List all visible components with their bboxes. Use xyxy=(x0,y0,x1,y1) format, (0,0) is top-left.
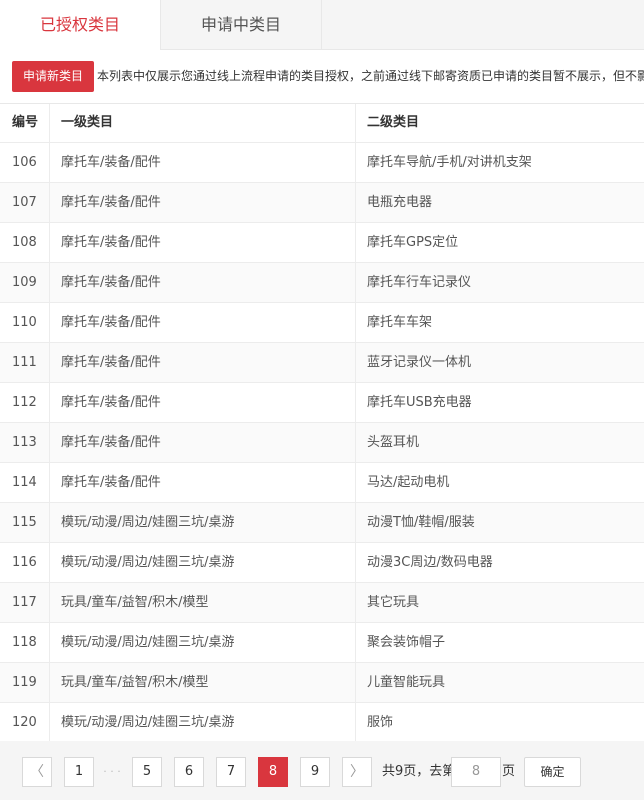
goto-page-input[interactable]: 8 xyxy=(451,757,501,787)
total-pages-text: 共9页，去第 xyxy=(382,764,456,779)
table-row: 112 摩托车/装备/配件 摩托车USB充电器 xyxy=(0,383,644,423)
page-button-1[interactable]: 1 xyxy=(64,757,94,787)
table-row: 107 摩托车/装备/配件 电瓶充电器 xyxy=(0,183,644,223)
header-level1: 一级类目 xyxy=(51,104,356,142)
page-suffix-text: 页 xyxy=(502,764,516,779)
cell-level2: 摩托车行车记录仪 xyxy=(367,275,472,290)
table-body: 106 摩托车/装备/配件 摩托车导航/手机/对讲机支架 107 摩托车/装备/配件 电瓶… xyxy=(0,143,644,743)
cell-id: 118 xyxy=(0,623,50,662)
cell-id: 120 xyxy=(0,703,50,742)
cell-id: 108 xyxy=(0,223,50,262)
table-row: 106 摩托车/装备/配件 摩托车导航/手机/对讲机支架 xyxy=(0,143,644,183)
cell-level1: 摩托车/装备/配件 xyxy=(51,223,356,262)
table-header-row: 编号 一级类目 二级类目 xyxy=(0,104,644,143)
cell-level1: 摩托车/装备/配件 xyxy=(51,423,356,462)
table-row: 116 模玩/动漫/周边/娃圈三坑/桌游 动漫3C周边/数码电器 xyxy=(0,543,644,583)
cell-level2: 摩托车GPS定位 xyxy=(367,235,459,250)
cell-level2: 蓝牙记录仪一体机 xyxy=(367,355,472,370)
table-row: 115 模玩/动漫/周边/娃圈三坑/桌游 动漫T恤/鞋帽/服装 xyxy=(0,503,644,543)
table-row: 117 玩具/童车/益智/积木/模型 其它玩具 xyxy=(0,583,644,623)
table-row: 108 摩托车/装备/配件 摩托车GPS定位 xyxy=(0,223,644,263)
cell-id: 116 xyxy=(0,543,50,582)
category-tabs: 已授权类目 申请中类目 xyxy=(0,0,644,50)
cell-level1: 模玩/动漫/周边/娃圈三坑/桌游 xyxy=(51,503,356,542)
cell-id: 117 xyxy=(0,583,50,622)
header-level2: 二级类目 xyxy=(367,115,420,130)
tab-authorized[interactable]: 已授权类目 xyxy=(0,0,161,50)
cell-level2: 儿童智能玩具 xyxy=(367,675,446,690)
cell-level2: 其它玩具 xyxy=(367,595,420,610)
cell-level2: 动漫3C周边/数码电器 xyxy=(367,555,493,570)
cell-id: 115 xyxy=(0,503,50,542)
cell-id: 110 xyxy=(0,303,50,342)
cell-level2: 摩托车USB充电器 xyxy=(367,395,472,410)
cell-id: 106 xyxy=(0,143,50,182)
page-button-7[interactable]: 7 xyxy=(216,757,246,787)
cell-level2: 摩托车导航/手机/对讲机支架 xyxy=(367,155,532,170)
cell-level1: 玩具/童车/益智/积木/模型 xyxy=(51,663,356,702)
table-row: 119 玩具/童车/益智/积木/模型 儿童智能玩具 xyxy=(0,663,644,703)
pagination: 〈 1 · · · 5 6 7 8 9 〉 共9页，去第 8 页 确定 xyxy=(0,741,644,800)
cell-level1: 摩托车/装备/配件 xyxy=(51,263,356,302)
cell-level2: 动漫T恤/鞋帽/服装 xyxy=(367,515,475,530)
cell-level1: 模玩/动漫/周边/娃圈三坑/桌游 xyxy=(51,623,356,662)
header-id: 编号 xyxy=(0,104,50,142)
cell-level2: 头盔耳机 xyxy=(367,435,420,450)
page-button-8-current[interactable]: 8 xyxy=(258,757,288,787)
table-row: 113 摩托车/装备/配件 头盔耳机 xyxy=(0,423,644,463)
chevron-left-icon[interactable]: 〈 xyxy=(22,757,52,787)
cell-level2: 马达/起动电机 xyxy=(367,475,450,490)
cell-id: 111 xyxy=(0,343,50,382)
cell-level2: 电瓶充电器 xyxy=(367,195,433,210)
cell-level2: 聚会装饰帽子 xyxy=(367,635,446,650)
notice-bar: 申请新类目 本列表中仅展示您通过线上流程申请的类目授权，之前通过线下邮寄资质已申… xyxy=(0,50,644,104)
apply-new-category-button[interactable]: 申请新类目 xyxy=(12,61,94,92)
page-button-6[interactable]: 6 xyxy=(174,757,204,787)
cell-level1: 摩托车/装备/配件 xyxy=(51,343,356,382)
table-row: 120 模玩/动漫/周边/娃圈三坑/桌游 服饰 xyxy=(0,703,644,743)
table-row: 109 摩托车/装备/配件 摩托车行车记录仪 xyxy=(0,263,644,303)
cell-id: 114 xyxy=(0,463,50,502)
table-row: 118 模玩/动漫/周边/娃圈三坑/桌游 聚会装饰帽子 xyxy=(0,623,644,663)
cell-id: 112 xyxy=(0,383,50,422)
cell-level1: 模玩/动漫/周边/娃圈三坑/桌游 xyxy=(51,543,356,582)
cell-id: 107 xyxy=(0,183,50,222)
cell-id: 113 xyxy=(0,423,50,462)
page-button-5[interactable]: 5 xyxy=(132,757,162,787)
cell-level2: 服饰 xyxy=(367,715,394,730)
table-row: 110 摩托车/装备/配件 摩托车车架 xyxy=(0,303,644,343)
tab-pending[interactable]: 申请中类目 xyxy=(161,0,322,49)
cell-level1: 摩托车/装备/配件 xyxy=(51,183,356,222)
cell-level1: 模玩/动漫/周边/娃圈三坑/桌游 xyxy=(51,703,356,742)
category-table: 编号 一级类目 二级类目 106 摩托车/装备/配件 摩托车导航/手机/对讲机支架 1… xyxy=(0,103,644,743)
chevron-right-icon[interactable]: 〉 xyxy=(342,757,372,787)
cell-level1: 摩托车/装备/配件 xyxy=(51,463,356,502)
cell-level1: 摩托车/装备/配件 xyxy=(51,383,356,422)
cell-level1: 玩具/童车/益智/积木/模型 xyxy=(51,583,356,622)
page-button-9[interactable]: 9 xyxy=(300,757,330,787)
cell-level1: 摩托车/装备/配件 xyxy=(51,143,356,182)
cell-level1: 摩托车/装备/配件 xyxy=(51,303,356,342)
table-row: 111 摩托车/装备/配件 蓝牙记录仪一体机 xyxy=(0,343,644,383)
confirm-button[interactable]: 确定 xyxy=(524,757,581,787)
pagination-ellipsis: · · · xyxy=(103,765,121,778)
notice-text: 本列表中仅展示您通过线上流程申请的类目授权，之前通过线下邮寄资质已申请的类目暂不… xyxy=(97,69,644,83)
cell-level2: 摩托车车架 xyxy=(367,315,433,330)
cell-id: 119 xyxy=(0,663,50,702)
table-row: 114 摩托车/装备/配件 马达/起动电机 xyxy=(0,463,644,503)
cell-id: 109 xyxy=(0,263,50,302)
